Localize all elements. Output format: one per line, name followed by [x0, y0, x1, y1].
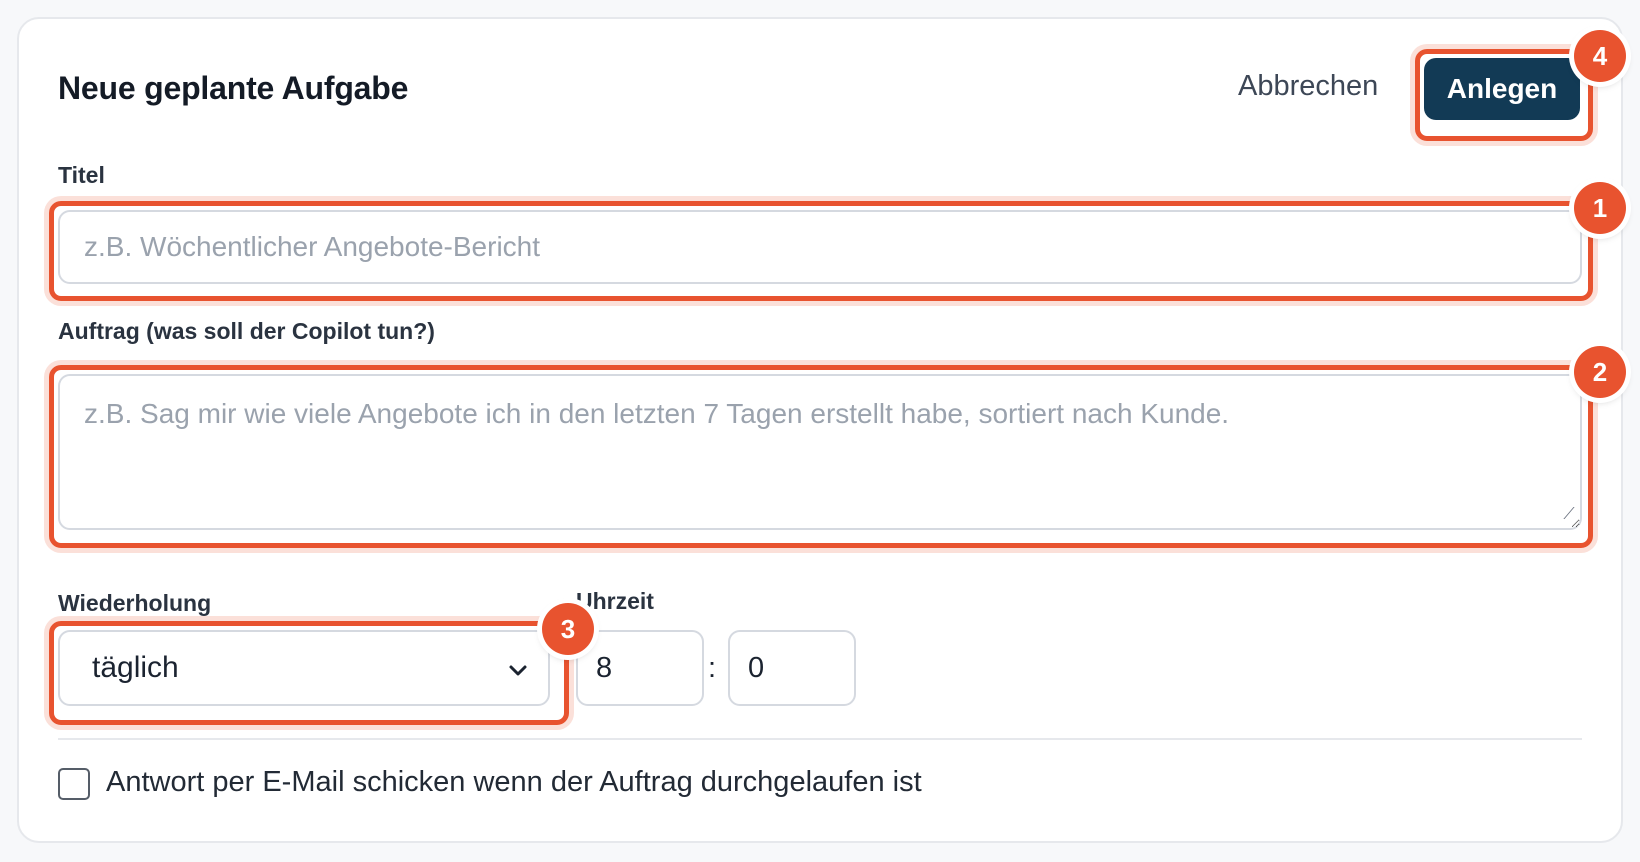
wiederholung-label: Wiederholung: [58, 590, 212, 616]
dialog-title: Neue geplante Aufgabe: [58, 70, 409, 106]
title-input[interactable]: [58, 210, 1582, 284]
time-separator: :: [708, 652, 717, 684]
divider: [58, 738, 1582, 740]
create-button[interactable]: Anlegen: [1424, 58, 1580, 120]
email-checkbox-label[interactable]: Antwort per E-Mail schicken wenn der Auf…: [106, 766, 922, 799]
hour-value: 8: [596, 651, 613, 684]
repeat-select[interactable]: täglich: [58, 630, 550, 706]
cancel-button[interactable]: Abbrechen: [1238, 70, 1378, 103]
resize-grip-icon[interactable]: ⟋: [1560, 506, 1578, 524]
email-checkbox[interactable]: [58, 768, 90, 800]
auftrag-label: Auftrag (was soll der Copilot tun?): [58, 318, 435, 344]
minute-input[interactable]: 0: [728, 630, 856, 706]
minute-value: 0: [748, 651, 765, 684]
uhrzeit-label: Uhrzeit: [576, 588, 654, 614]
hour-input[interactable]: 8: [576, 630, 704, 706]
repeat-select-value: täglich: [92, 651, 179, 684]
chevron-down-icon: [509, 665, 527, 676]
titel-label: Titel: [58, 162, 105, 188]
task-textarea[interactable]: [58, 374, 1582, 530]
